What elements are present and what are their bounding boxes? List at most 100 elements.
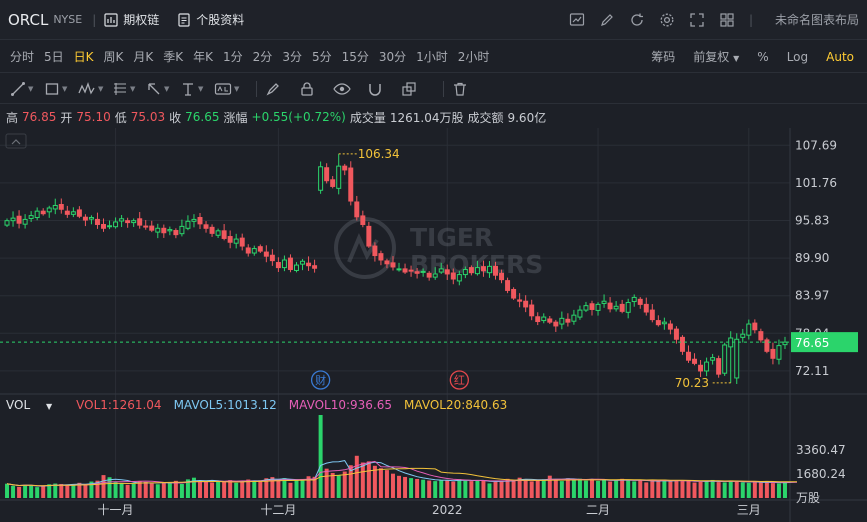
candle-body [233, 238, 239, 244]
options-chain-icon [104, 12, 118, 27]
candle-body [384, 260, 390, 265]
period-tab[interactable]: 15分 [342, 48, 369, 65]
period-tab[interactable]: 周K [104, 48, 124, 65]
period-tab[interactable]: 3分 [282, 48, 302, 65]
text-tool[interactable]: ▼ [180, 79, 206, 99]
period-tab[interactable]: 分时 [10, 48, 34, 65]
candle-body [444, 269, 450, 275]
pen-icon[interactable] [599, 12, 615, 28]
magnet-tool[interactable] [367, 79, 393, 99]
period-tab[interactable]: 30分 [379, 48, 406, 65]
candle-body [185, 220, 191, 229]
refresh-icon[interactable] [629, 12, 645, 28]
indicator-icon[interactable] [569, 12, 585, 28]
price-axis-label: 107.69 [795, 138, 837, 152]
volume-bar [596, 480, 601, 498]
period-tab[interactable]: 月K [133, 48, 153, 65]
period-tab[interactable]: 2分 [253, 48, 273, 65]
volume-bar [228, 480, 233, 498]
volume-bar [11, 485, 16, 498]
brush-tool[interactable] [265, 79, 291, 99]
toolbar-divider [256, 80, 257, 97]
layout-name-button[interactable]: 未命名图表布局 [775, 11, 859, 28]
document-icon [178, 12, 190, 27]
period-bar: 分时 5日 日K 周K 月K 季K 年K 1分 2分 3分 5分 15分 30分… [0, 41, 867, 73]
period-tab-active[interactable]: 日K [74, 48, 94, 65]
volume-bar [457, 479, 462, 498]
volume-bar [276, 479, 281, 498]
price-chart[interactable]: TIGERBROKERS106.3470.23107.69101.7695.83… [0, 128, 867, 522]
period-tab[interactable]: 年K [193, 48, 213, 65]
fibonacci-tool[interactable]: ▼ [112, 79, 138, 99]
wave-tool[interactable]: ▼ [78, 79, 104, 99]
percent-toggle[interactable]: % [757, 50, 768, 64]
volume-bar [752, 482, 757, 498]
volume-bar [167, 482, 172, 498]
volume-bar [246, 479, 251, 498]
stock-profile-link[interactable]: 个股资料 [177, 11, 244, 28]
volume-bar [662, 479, 667, 498]
low-annotation-label: 70.23 [675, 376, 709, 390]
candle-body [360, 215, 366, 225]
open-value: 75.10 [76, 110, 111, 124]
candle-body [583, 305, 589, 311]
volume-bar [439, 480, 444, 498]
time-axis-label: 2022 [432, 503, 463, 517]
period-tab[interactable]: 2小时 [458, 48, 490, 65]
lock-tool[interactable] [299, 79, 325, 99]
visibility-tool[interactable] [333, 79, 359, 99]
candle-body [167, 229, 173, 232]
label-tool[interactable]: ▼ [214, 79, 240, 99]
high-annotation-label: 106.34 [358, 147, 400, 161]
volume-bar [608, 481, 613, 498]
chips-button[interactable]: 筹码 [651, 48, 675, 65]
adjust-dropdown[interactable]: 前复权 ▼ [693, 48, 739, 65]
low-value: 75.03 [130, 110, 166, 124]
volume-bar [294, 480, 299, 498]
volume-bar [770, 483, 775, 498]
delete-tool[interactable] [452, 79, 478, 99]
grid-layout-icon[interactable] [719, 12, 735, 28]
period-tab[interactable]: 1小时 [416, 48, 448, 65]
period-tab[interactable]: 季K [163, 48, 183, 65]
period-tab[interactable]: 1分 [223, 48, 243, 65]
candle-body [553, 321, 559, 327]
candle-body [221, 230, 227, 239]
volume-bar [216, 480, 221, 498]
candle-body [571, 314, 577, 322]
rectangle-tool[interactable]: ▼ [44, 79, 70, 99]
candle-body [619, 303, 625, 312]
candle-body [113, 221, 119, 228]
candle-body [631, 296, 637, 303]
candle-body [58, 204, 64, 210]
arrow-tool[interactable]: ▼ [146, 79, 172, 99]
fullscreen-icon[interactable] [689, 12, 705, 28]
period-tab[interactable]: 5日 [44, 48, 64, 65]
separator: | [92, 12, 97, 27]
candle-body [40, 210, 46, 215]
candle-body [758, 331, 764, 341]
volume-bar [173, 480, 178, 498]
candle-body [541, 316, 547, 322]
volume-bar [421, 479, 426, 498]
candle-body [245, 247, 251, 254]
volume-bar [23, 484, 28, 498]
gear-icon[interactable] [659, 12, 675, 28]
candle-body [348, 167, 354, 202]
candle-body [107, 225, 113, 228]
label-icon [214, 82, 232, 95]
volume-bar [728, 480, 733, 498]
volume-indicator-name[interactable]: VOL ▼ [6, 398, 64, 412]
volume-bar [590, 479, 594, 498]
trendline-tool[interactable]: ▼ [10, 79, 36, 99]
candle-body [46, 207, 52, 213]
auto-toggle[interactable]: Auto [826, 50, 854, 64]
time-axis-label: 三月 [737, 503, 761, 517]
options-chain-link[interactable]: 期权链 [104, 11, 159, 28]
log-toggle[interactable]: Log [787, 50, 808, 64]
clone-tool[interactable] [401, 79, 427, 99]
period-tab[interactable]: 5分 [312, 48, 332, 65]
chevron-up-icon [11, 139, 21, 145]
change-value: +0.55(+0.72%) [251, 110, 346, 124]
volume-bar [113, 482, 118, 498]
